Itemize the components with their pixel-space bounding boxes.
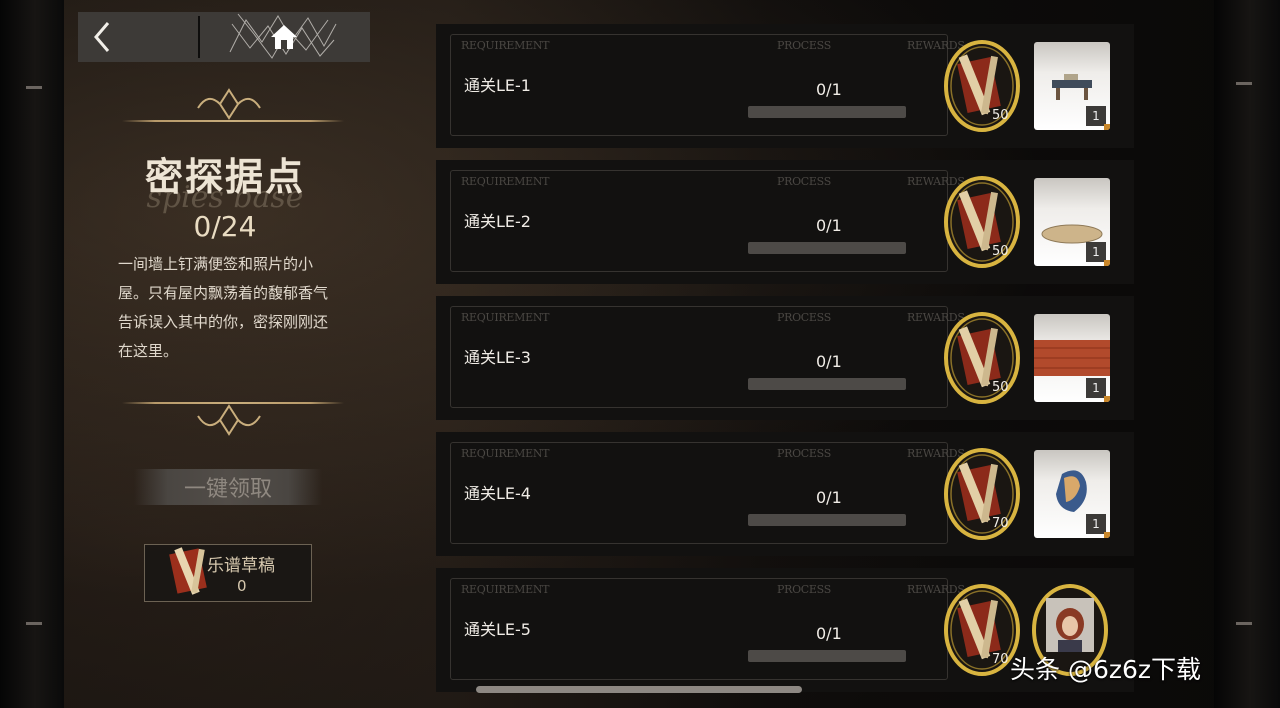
reward-item[interactable]: 1 (1034, 42, 1110, 130)
back-button[interactable] (78, 12, 198, 62)
rail-tick (26, 622, 42, 625)
base-title: 密探据点 (144, 154, 305, 199)
reward-item-qty: 1 (1086, 514, 1110, 538)
watermark: 头条 @6z6z下载 (1010, 655, 1202, 684)
task-progress-text: 0/1 (816, 216, 842, 235)
claim-all-button[interactable]: 一键领取 (134, 469, 322, 505)
reward-currency[interactable]: 70 (944, 584, 1020, 676)
task-progress-text: 0/1 (816, 352, 842, 371)
requirement-header: REQUIREMENT (461, 311, 550, 324)
score-draft-coin-icon (944, 40, 1020, 132)
task-requirement: 通关LE-5 (464, 620, 531, 639)
requirement-header: REQUIREMENT (461, 583, 550, 596)
reward-item-qty: 1 (1086, 378, 1110, 402)
process-header: PROCESS (777, 311, 831, 324)
task-progress-text: 0/1 (816, 624, 842, 643)
task-requirement: 通关LE-3 (464, 348, 531, 367)
home-button[interactable] (200, 12, 368, 62)
reward-currency-amount: 50 (992, 380, 1009, 395)
score-draft-coin-icon (944, 312, 1020, 404)
reward-item[interactable]: 1 (1034, 450, 1110, 538)
top-nav (78, 12, 370, 62)
score-draft-count: 0 (237, 577, 247, 595)
process-header: PROCESS (777, 39, 831, 52)
reward-currency-amount: 50 (992, 108, 1009, 123)
rail-tick (1236, 82, 1252, 85)
reward-currency[interactable]: 50 (944, 312, 1020, 404)
ornament-line (122, 120, 344, 122)
reward-currency[interactable]: 50 (944, 176, 1020, 268)
reward-item[interactable]: 1 (1034, 314, 1110, 402)
base-description: 一间墙上钉满便签和照片的小屋。只有屋内飘荡着的馥郁香气告诉误入其中的你，密探刚刚… (118, 255, 329, 360)
chevron-left-icon (94, 22, 110, 52)
reward-item-qty: 1 (1086, 106, 1110, 130)
task-progress-text: 0/1 (816, 488, 842, 507)
score-draft-counter: 乐谱草稿 0 (144, 544, 312, 602)
score-draft-coin-icon (944, 584, 1020, 676)
score-draft-label: 乐谱草稿 (207, 556, 275, 576)
left-rail (0, 0, 64, 708)
process-header: PROCESS (777, 447, 831, 460)
task-requirement: 通关LE-4 (464, 484, 531, 503)
requirement-header: REQUIREMENT (461, 39, 550, 52)
score-draft-coin-icon (944, 448, 1020, 540)
right-rail (1214, 0, 1280, 708)
reward-currency-amount: 50 (992, 244, 1009, 259)
task-progress-bar (748, 106, 906, 118)
task-requirement: 通关LE-1 (464, 76, 531, 95)
bottom-ornament-icon (197, 404, 261, 436)
task-list: REQUIREMENT PROCESS REWARDS 通关LE-1 0/1 5… (436, 24, 1134, 692)
task-row: REQUIREMENT PROCESS REWARDS 通关LE-2 0/1 5… (436, 160, 1134, 284)
reward-currency-amount: 70 (992, 652, 1009, 667)
task-row: REQUIREMENT PROCESS REWARDS 通关LE-4 0/1 7… (436, 432, 1134, 556)
task-progress-bar (748, 378, 906, 390)
reward-currency[interactable]: 50 (944, 40, 1020, 132)
horizontal-scrollbar[interactable] (476, 686, 802, 693)
process-header: PROCESS (777, 175, 831, 188)
top-ornament-icon (197, 88, 261, 120)
task-progress-bar (748, 514, 906, 526)
reward-item[interactable]: 1 (1034, 178, 1110, 266)
task-row: REQUIREMENT PROCESS REWARDS 通关LE-1 0/1 5… (436, 24, 1134, 148)
home-icon (271, 25, 297, 49)
reward-item-qty: 1 (1086, 242, 1110, 266)
rail-tick (26, 86, 42, 89)
requirement-header: REQUIREMENT (461, 175, 550, 188)
reward-currency-amount: 70 (992, 516, 1009, 531)
score-draft-coin-icon (944, 176, 1020, 268)
base-progress: 0/24 (193, 210, 257, 243)
task-requirement: 通关LE-2 (464, 212, 531, 231)
task-row: REQUIREMENT PROCESS REWARDS 通关LE-3 0/1 5… (436, 296, 1134, 420)
process-header: PROCESS (777, 583, 831, 596)
task-progress-bar (748, 242, 906, 254)
task-progress-text: 0/1 (816, 80, 842, 99)
rail-tick (1236, 622, 1252, 625)
requirement-header: REQUIREMENT (461, 447, 550, 460)
task-progress-bar (748, 650, 906, 662)
reward-currency[interactable]: 70 (944, 448, 1020, 540)
